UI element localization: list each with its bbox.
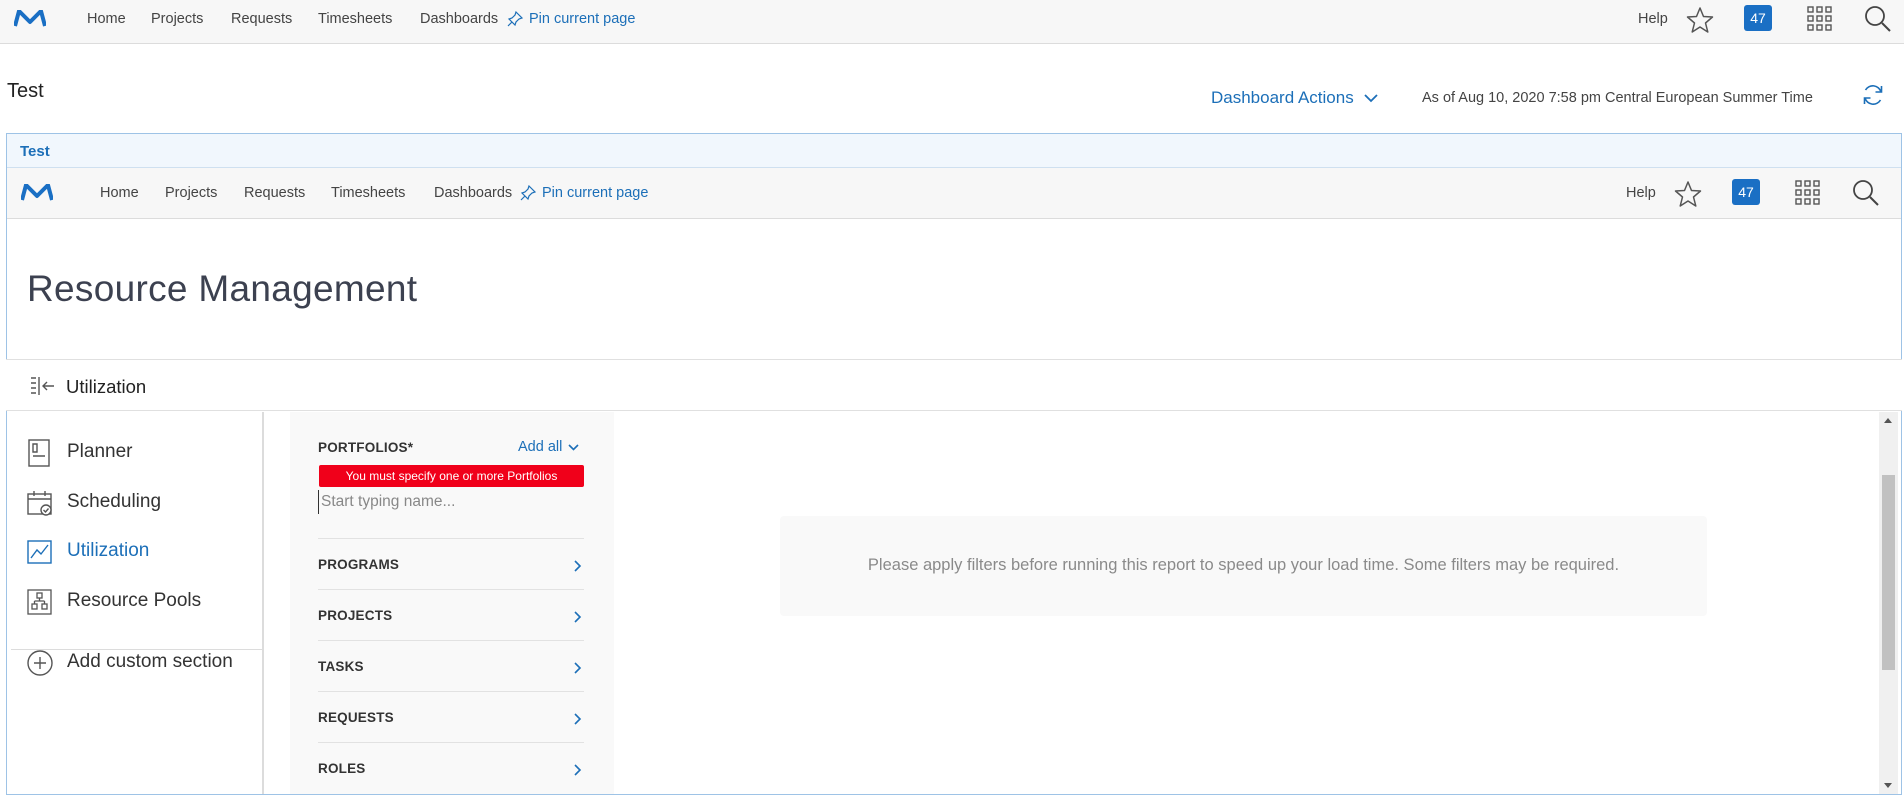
pin-icon [507,11,523,27]
filter-group-requests[interactable]: REQUESTS [318,691,584,742]
dashboard-actions-dropdown[interactable]: Dashboard Actions [1211,88,1378,108]
nav-home-link[interactable]: Home [87,10,126,28]
menu-item-label: Planner [67,441,133,462]
embedded-pin-current-page-label: Pin current page [542,185,649,201]
app-logo-icon[interactable] [14,10,46,27]
vertical-scrollbar[interactable] [1879,412,1898,794]
filter-group-label: REQUESTS [318,710,394,725]
embedded-nav-home-link[interactable]: Home [100,184,139,202]
pin-icon [520,185,536,201]
dashboard-actions-label: Dashboard Actions [1211,88,1354,107]
org-chart-icon [27,589,52,615]
menu-item-planner[interactable]: Planner [11,427,264,477]
chevron-right-icon [574,713,582,725]
chart-line-icon [27,540,52,564]
menu-item-label: Add custom section [67,651,233,672]
nav-timesheets-link[interactable]: Timesheets [318,10,392,28]
page-title: Resource Management [27,268,418,309]
portfolios-error-message: You must specify one or more Portfolios [319,465,584,487]
scroll-up-arrow-icon[interactable] [1884,418,1892,423]
embedded-navbar: Home Projects Requests Timesheets Dashbo… [7,168,1901,219]
chevron-right-icon [574,560,582,572]
chevron-right-icon [574,611,582,623]
filter-group-tasks[interactable]: TASKS [318,640,584,691]
filter-group-roles[interactable]: ROLES [318,742,584,793]
refresh-icon[interactable] [1861,83,1885,107]
star-icon[interactable] [1686,6,1714,34]
embedded-star-icon[interactable] [1674,180,1702,208]
chevron-right-icon [574,662,582,674]
filter-panel: PORTFOLIOS* Add all You must specify one… [290,412,614,794]
menu-item-utilization[interactable]: Utilization [11,526,264,576]
embedded-help-link[interactable]: Help [1626,184,1656,202]
menu-item-label: Utilization [67,540,150,561]
notification-badge[interactable]: 47 [1744,5,1772,31]
dashboard-title: Test [7,80,44,102]
nav-projects-link[interactable]: Projects [151,10,203,28]
resource-management-menu: Planner Scheduling Utilization Resource … [11,412,264,794]
section-title: Utilization [66,376,147,397]
embedded-nav-timesheets-link[interactable]: Timesheets [331,184,405,202]
pin-current-page-label: Pin current page [529,11,636,27]
filter-group-label: PROJECTS [318,608,393,623]
embedded-nav-dashboards-link[interactable]: Dashboards [434,184,512,202]
portfolios-label: PORTFOLIOS* [318,440,414,455]
embedded-app-grid-icon[interactable] [1795,180,1820,205]
collapse-menu-icon[interactable] [30,376,56,396]
embedded-nav-projects-link[interactable]: Projects [165,184,217,202]
scroll-down-arrow-icon[interactable] [1884,783,1892,788]
menu-item-resource-pools[interactable]: Resource Pools [11,576,264,626]
chevron-down-icon [568,443,579,451]
apply-filters-notice: Please apply filters before running this… [780,516,1707,616]
chevron-down-icon [1364,93,1378,102]
app-grid-icon[interactable] [1807,6,1832,31]
embedded-nav-requests-link[interactable]: Requests [244,184,305,202]
filter-group-projects[interactable]: PROJECTS [318,589,584,640]
scrollbar-thumb[interactable] [1882,475,1895,670]
menu-item-scheduling[interactable]: Scheduling [11,477,264,527]
add-all-label: Add all [518,439,563,455]
top-navbar: Home Projects Requests Timesheets Dashbo… [0,0,1904,44]
portlet-title[interactable]: Test [20,143,50,160]
as-of-timestamp: As of Aug 10, 2020 7:58 pm Central Europ… [1422,90,1813,106]
plus-circle-icon [27,650,53,676]
nav-requests-link[interactable]: Requests [231,10,292,28]
add-all-dropdown[interactable]: Add all [518,439,579,455]
calendar-check-icon [27,491,52,516]
nav-dashboards-link[interactable]: Dashboards [420,10,498,28]
filter-group-programs[interactable]: PROGRAMS [318,538,584,589]
menu-item-label: Resource Pools [67,590,202,611]
pin-current-page-link[interactable]: Pin current page [507,10,635,28]
search-icon[interactable] [1864,5,1892,33]
embedded-search-icon[interactable] [1852,179,1880,207]
embedded-app-logo-icon[interactable] [21,184,53,201]
filter-group-label: ROLES [318,761,366,776]
filter-group-label: TASKS [318,659,364,674]
help-link[interactable]: Help [1638,10,1668,28]
filter-group-label: PROGRAMS [318,557,400,572]
section-header: Utilization [6,359,1902,411]
portlet-header: Test [7,134,1901,168]
chevron-right-icon [574,764,582,776]
portfolio-name-input[interactable] [318,490,584,514]
add-custom-section-button[interactable]: Add custom section [11,637,264,687]
embedded-notification-badge[interactable]: 47 [1732,179,1760,205]
planner-icon [28,439,50,467]
menu-item-label: Scheduling [67,491,162,512]
apply-filters-message: Please apply filters before running this… [867,556,1620,574]
embedded-pin-current-page-link[interactable]: Pin current page [520,184,648,202]
